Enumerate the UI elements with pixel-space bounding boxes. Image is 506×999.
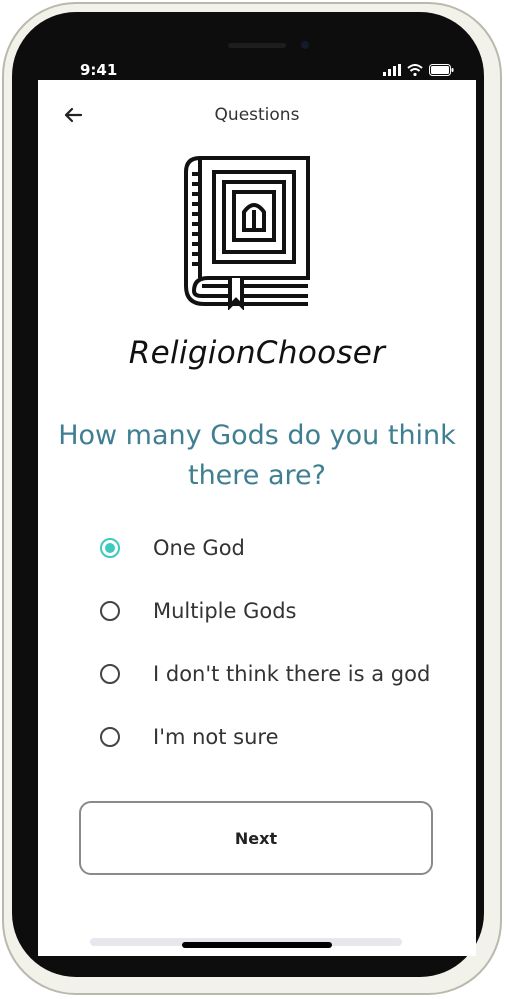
option-not-sure[interactable]: I'm not sure [100, 717, 470, 757]
signal-icon [383, 64, 401, 76]
app-screen: Questions ReligionChooser How many Gods … [38, 80, 476, 956]
status-time: 9:41 [80, 61, 118, 79]
option-label: Multiple Gods [153, 599, 297, 623]
radio-button[interactable] [100, 664, 120, 684]
front-camera [301, 41, 309, 49]
option-multiple-gods[interactable]: Multiple Gods [100, 591, 470, 631]
option-no-god[interactable]: I don't think there is a god [100, 654, 470, 694]
nav-title: Questions [214, 105, 300, 125]
speaker-grille [228, 43, 286, 48]
home-indicator[interactable] [182, 942, 332, 948]
radio-button-selected[interactable] [100, 538, 120, 558]
nav-bar: Questions [38, 80, 476, 150]
app-name: ReligionChooser [128, 335, 386, 371]
radio-button[interactable] [100, 727, 120, 747]
radio-button[interactable] [100, 601, 120, 621]
option-one-god[interactable]: One God [100, 528, 470, 568]
option-label: I don't think there is a god [153, 662, 431, 686]
option-label: I'm not sure [153, 725, 279, 749]
status-bar: 9:41 [38, 58, 476, 82]
status-icons [383, 64, 454, 76]
next-button[interactable]: Next [79, 801, 433, 875]
wifi-icon [407, 64, 423, 76]
battery-icon [429, 64, 454, 76]
question-text: How many Gods do you think there are? [58, 420, 456, 491]
option-label: One God [153, 536, 245, 560]
book-logo-icon [184, 156, 310, 310]
